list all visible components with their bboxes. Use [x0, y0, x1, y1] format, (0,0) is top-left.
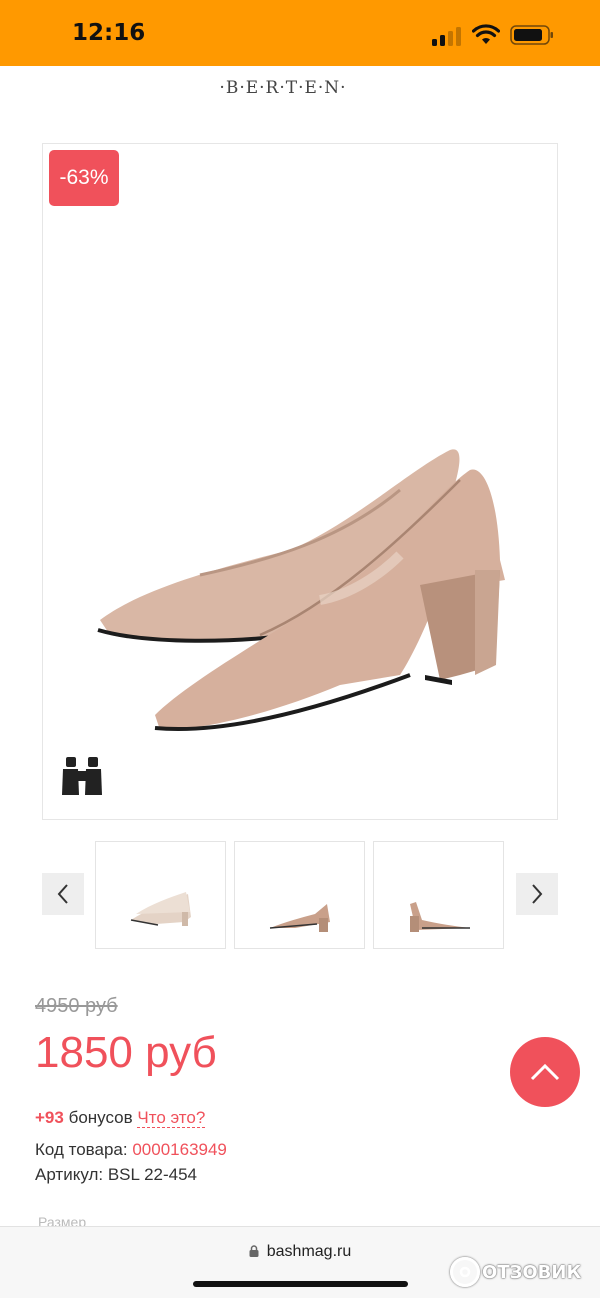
binoculars-icon[interactable] — [60, 755, 104, 799]
bonus-label: бонусов — [68, 1108, 133, 1127]
watermark-logo-icon — [450, 1257, 480, 1287]
chevron-left-icon — [57, 884, 68, 904]
old-price: 4950 руб — [35, 995, 118, 1017]
product-shoe-image — [97, 449, 505, 731]
brand-logo[interactable]: ·B·E·R·T·E·N· — [0, 78, 566, 98]
wifi-icon — [472, 24, 500, 44]
browser-address-bar[interactable]: bashmag.ru ОТЗОВИК — [0, 1226, 600, 1298]
watermark-text: ОТЗОВИК — [482, 1261, 582, 1283]
cellular-signal-icon — [432, 26, 464, 46]
watermark: ОТЗОВИК — [450, 1255, 581, 1289]
bonus-info-link[interactable]: Что это? — [137, 1108, 206, 1128]
product-code: Код товара: 0000163949 — [35, 1140, 227, 1160]
status-time: 12:16 — [72, 20, 146, 46]
chevron-right-icon — [532, 884, 543, 904]
current-price: 1850 руб — [35, 1028, 217, 1077]
carousel-next-button[interactable] — [516, 873, 558, 915]
discount-badge: -63% — [49, 150, 119, 206]
lock-icon — [249, 1245, 259, 1257]
thumbnail-shoe-image — [269, 904, 330, 932]
size-label: Размер — [38, 1214, 87, 1226]
product-article: Артикул: BSL 22-454 — [35, 1165, 197, 1185]
bonus-amount: +93 — [35, 1108, 64, 1127]
carousel-prev-button[interactable] — [42, 873, 84, 915]
bonus-info: +93 бонусов Что это? — [35, 1108, 206, 1128]
thumbnail-shoe-image — [410, 902, 470, 932]
thumbnail-item[interactable] — [234, 841, 365, 949]
product-code-value: 0000163949 — [132, 1140, 227, 1159]
thumbnail-item[interactable] — [373, 841, 504, 949]
battery-icon — [510, 25, 553, 45]
scroll-to-top-button[interactable] — [510, 1037, 580, 1107]
product-article-value: BSL 22-454 — [107, 1165, 198, 1184]
thumbnail-item[interactable] — [95, 841, 226, 949]
chevron-up-icon — [530, 1063, 560, 1081]
url-text: bashmag.ru — [266, 1243, 352, 1260]
home-indicator[interactable] — [193, 1281, 408, 1287]
thumbnail-shoe-image — [130, 892, 191, 926]
product-article-label: Артикул: — [35, 1165, 104, 1184]
status-bar: 12:16 — [0, 0, 600, 66]
product-code-label: Код товара: — [35, 1140, 128, 1159]
